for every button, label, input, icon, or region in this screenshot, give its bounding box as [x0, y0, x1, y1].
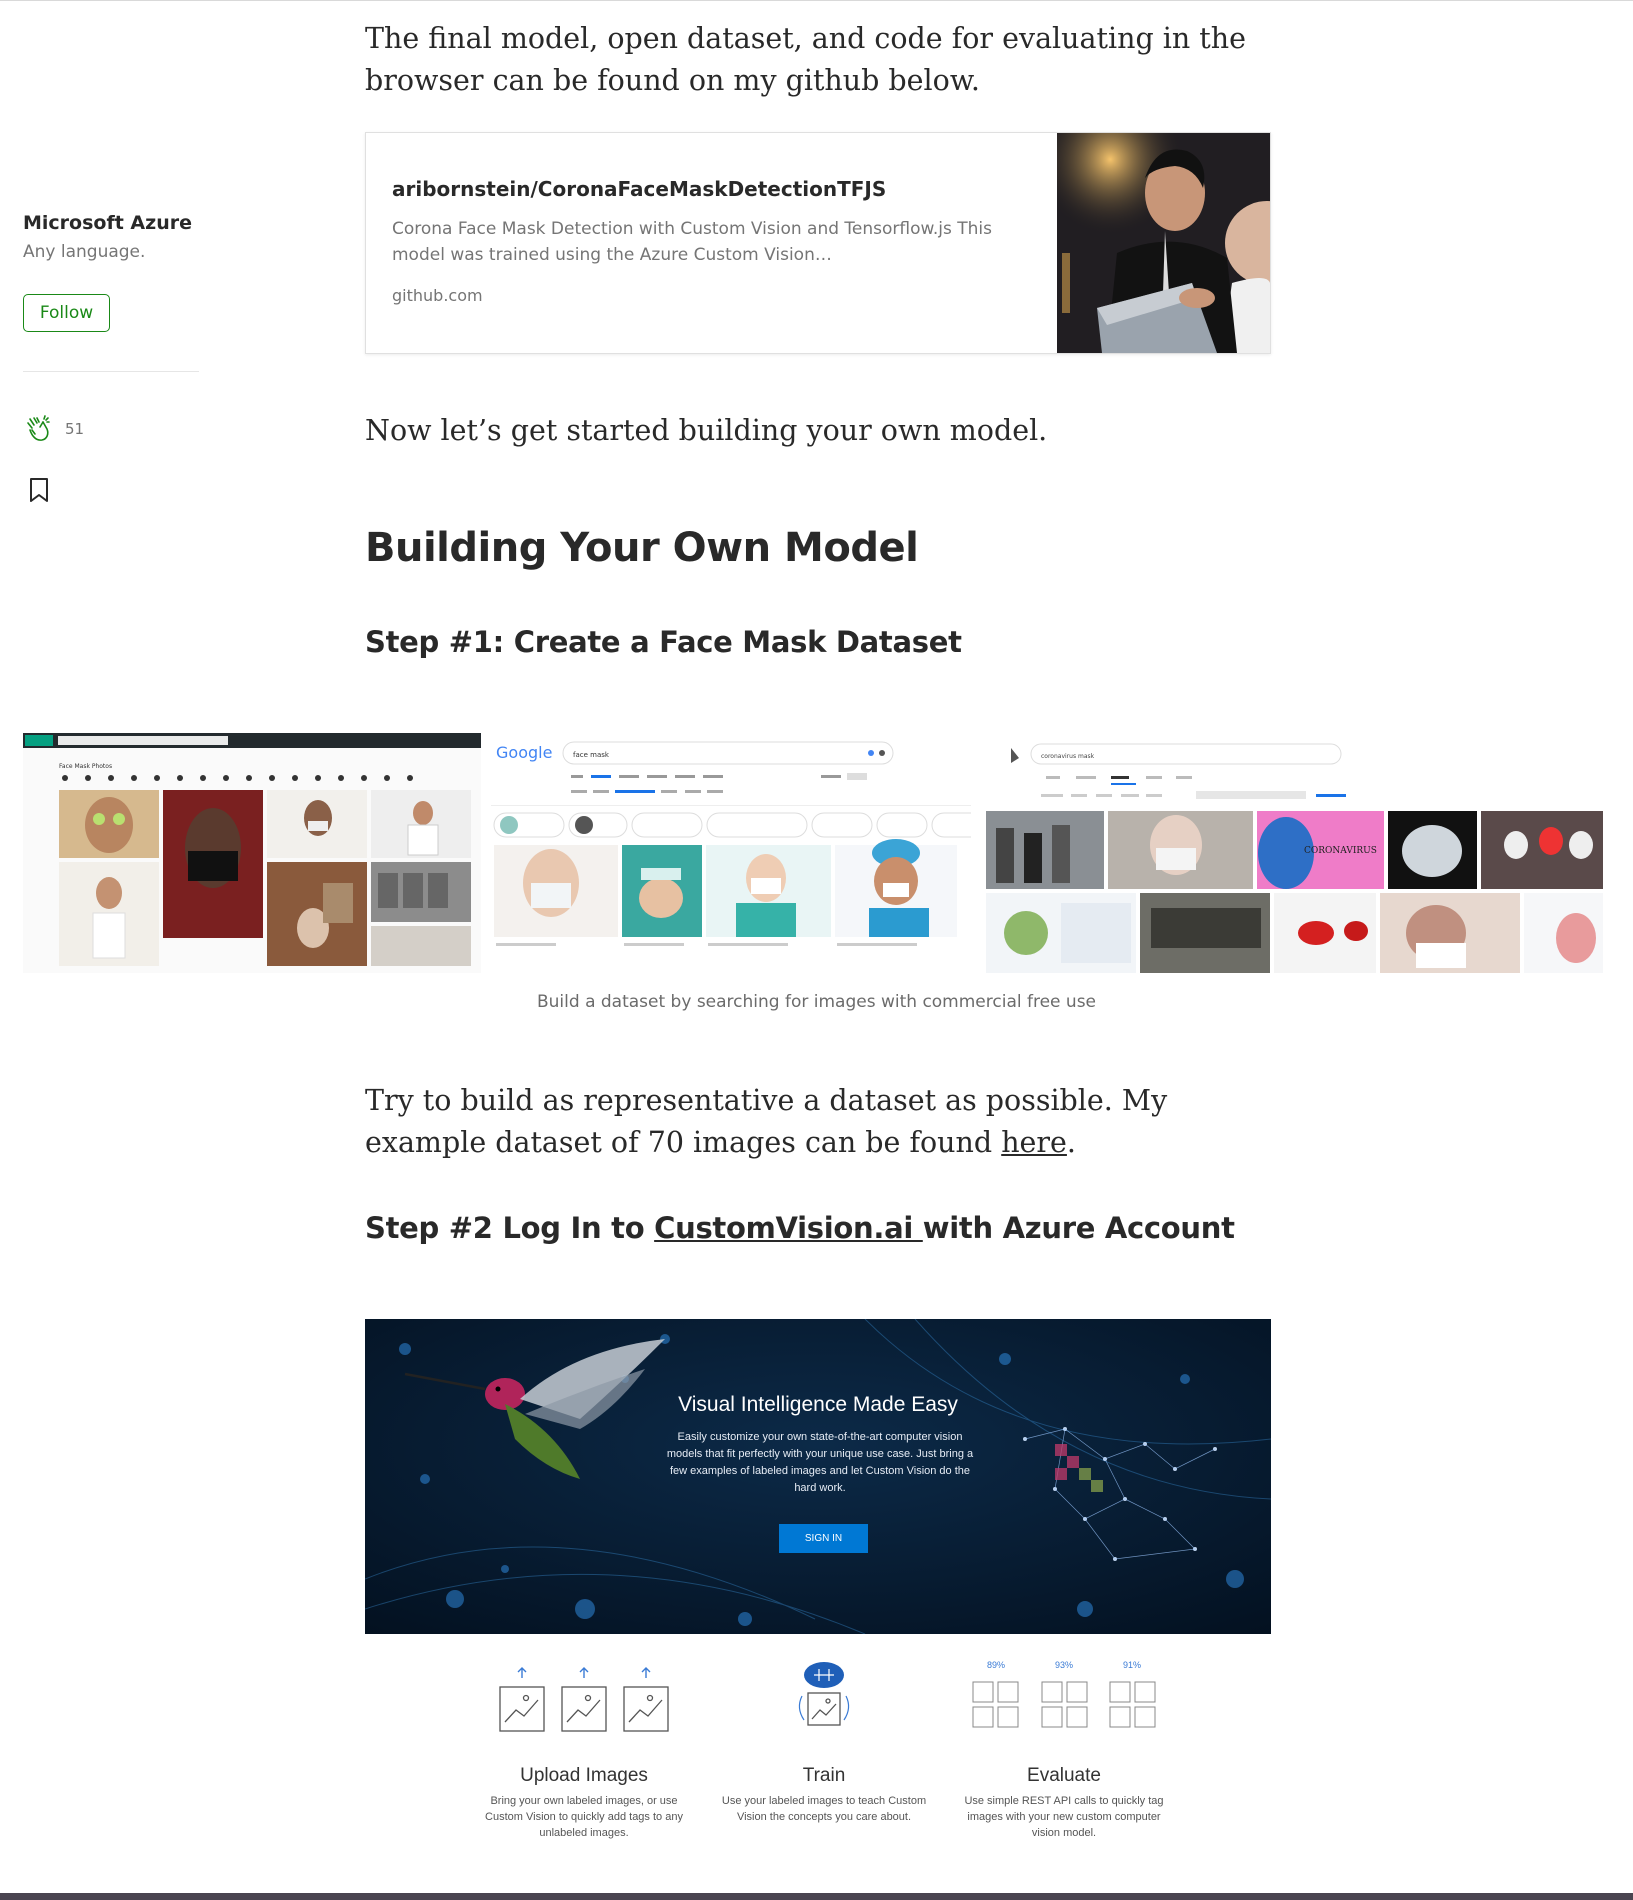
section-heading: Building Your Own Model: [365, 525, 919, 571]
feature-train-desc: Use your labeled images to teach Custom …: [721, 1795, 927, 1823]
dataset-text-end: .: [1066, 1126, 1076, 1159]
github-link-card[interactable]: aribornstein/CoronaFaceMaskDetectionTFJS…: [365, 132, 1271, 354]
evaluate-icon: 89% 93% 91%: [954, 1660, 1174, 1765]
feature-upload: Upload Images Bring your own labeled ima…: [474, 1660, 694, 1841]
author-name[interactable]: Microsoft Azure: [23, 210, 199, 236]
clap-count: 51: [65, 420, 85, 438]
bing-query: coronavirus mask: [1041, 753, 1095, 760]
google-screenshot: Google face mask: [491, 733, 971, 973]
google-query: face mask: [573, 751, 610, 759]
figure-caption: Build a dataset by searching for images …: [536, 992, 1097, 1012]
follow-button[interactable]: Follow: [23, 294, 110, 332]
step2-heading: Step #2 Log In to CustomVision.ai with A…: [365, 1211, 1235, 1245]
bookmark-icon[interactable]: [28, 477, 50, 503]
intro-paragraph: The final model, open dataset, and code …: [365, 22, 1246, 97]
author-sidebar: Microsoft Azure Any language. Follow 51: [23, 210, 199, 502]
bing-screenshot: coronavirus mask CORONAVIRUS: [986, 733, 1613, 973]
feature-train-title: Train: [802, 1765, 846, 1786]
clap-icon[interactable]: [23, 413, 55, 445]
hero-description: Easily customize your own state-of-the-a…: [666, 1431, 974, 1494]
card-description: Corona Face Mask Detection with Custom V…: [392, 219, 992, 265]
card-thumbnail[interactable]: [1057, 133, 1270, 353]
start-paragraph: Now let’s get started building your own …: [365, 414, 1048, 447]
pexels-screenshot: Face Mask Photos: [23, 733, 481, 973]
svg-text:CORONAVIRUS: CORONAVIRUS: [1304, 846, 1377, 856]
feature-evaluate-desc: Use simple REST API calls to quickly tag…: [964, 1795, 1164, 1839]
dataset-paragraph: Try to build as representative a dataset…: [365, 1080, 1275, 1164]
upload-images-icon: [474, 1660, 694, 1765]
feature-evaluate: 89% 93% 91% Evaluate Use simple REST API…: [954, 1660, 1174, 1841]
hero-title: Visual Intelligence Made Easy: [678, 1393, 958, 1416]
card-domain: github.com: [392, 286, 483, 305]
feature-train: Train Use your labeled images to teach C…: [714, 1660, 934, 1825]
sign-in-button[interactable]: SIGN IN: [779, 1524, 868, 1553]
evaluate-score-2: 93%: [1055, 1660, 1073, 1670]
bottom-bar: [0, 1893, 1633, 1900]
custom-vision-hero: Visual Intelligence Made Easy Easily cus…: [365, 1319, 1271, 1634]
evaluate-score-3: 91%: [1123, 1660, 1141, 1670]
dataset-link[interactable]: here: [1001, 1126, 1067, 1159]
customvision-link[interactable]: CustomVision.ai: [654, 1211, 923, 1245]
sidebar-divider: [23, 371, 199, 372]
train-icon: [714, 1660, 934, 1765]
bookmark-button[interactable]: [28, 477, 50, 507]
clap-button[interactable]: 51: [23, 413, 84, 445]
step2-prefix: Step #2 Log In to: [365, 1211, 655, 1245]
feature-upload-title: Upload Images: [520, 1765, 648, 1786]
google-logo: Google: [496, 743, 552, 762]
feature-evaluate-title: Evaluate: [1027, 1765, 1101, 1786]
step1-heading: Step #1: Create a Face Mask Dataset: [365, 625, 962, 659]
top-border: [0, 0, 1633, 1]
feature-upload-desc: Bring your own labeled images, or use Cu…: [485, 1795, 683, 1839]
evaluate-score-1: 89%: [987, 1660, 1005, 1670]
step2-suffix: with Azure Account: [922, 1211, 1235, 1245]
pexels-heading: Face Mask Photos: [59, 763, 112, 770]
card-title[interactable]: aribornstein/CoronaFaceMaskDetectionTFJS: [392, 177, 886, 201]
author-tagline: Any language.: [23, 242, 146, 262]
